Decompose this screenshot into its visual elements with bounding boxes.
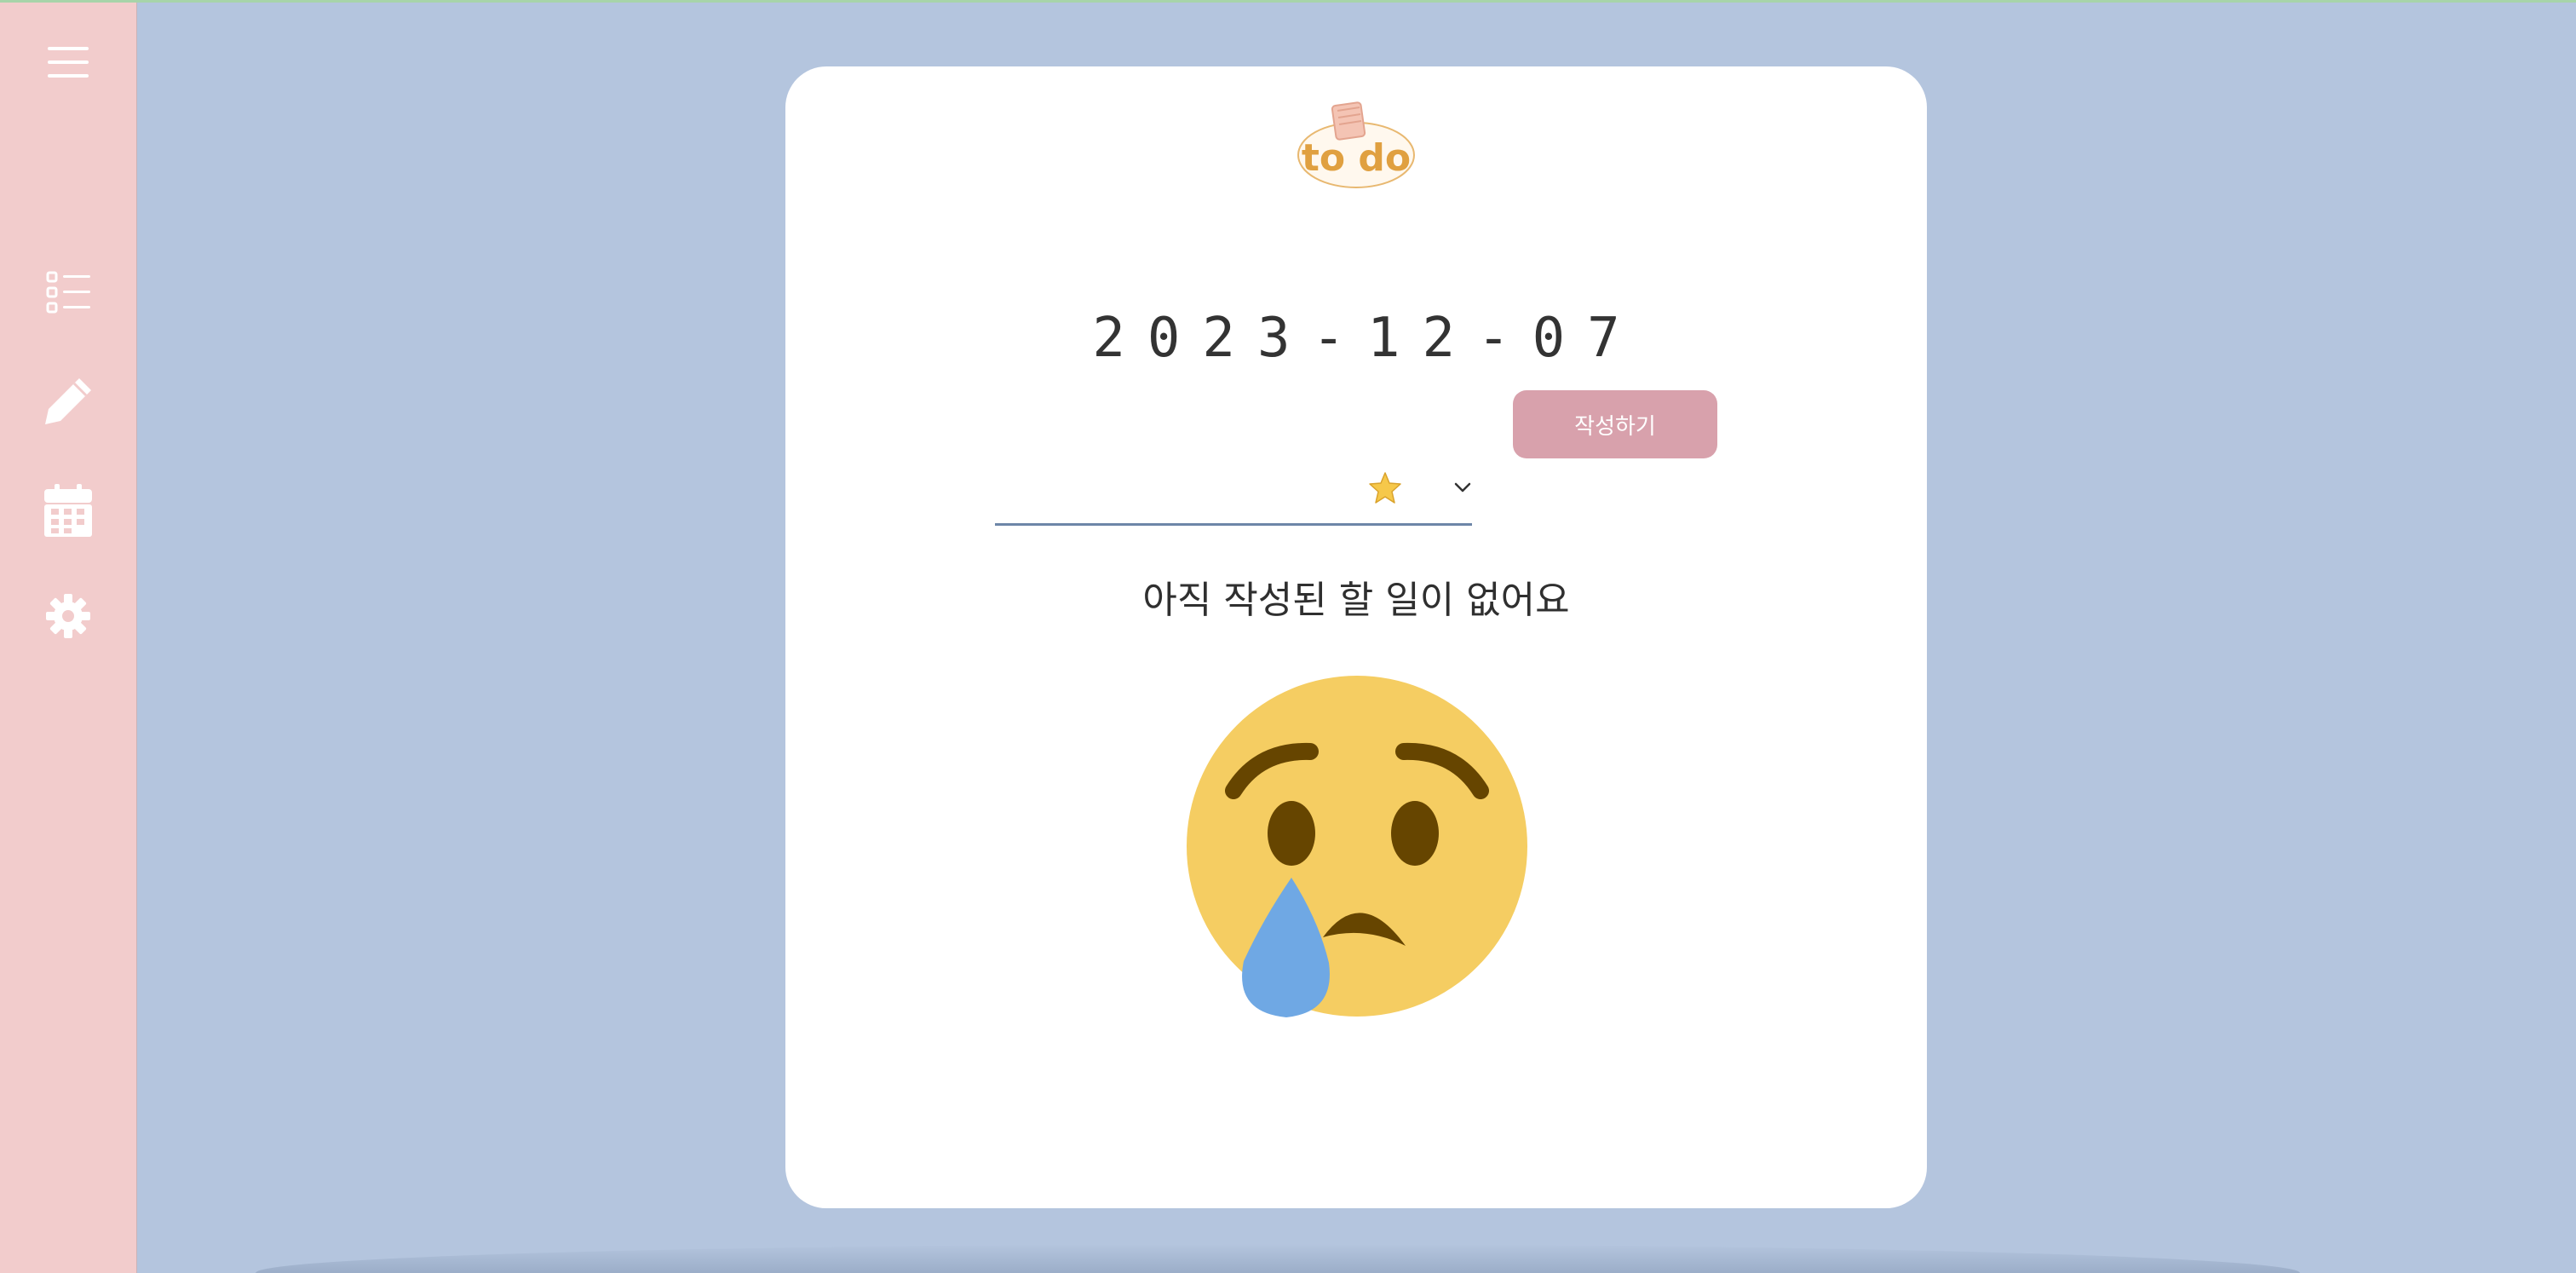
todo-input[interactable]: [995, 464, 1339, 513]
sidebar-item-calendar[interactable]: [34, 476, 102, 544]
todo-input-group: [995, 446, 1472, 526]
window-top-border: [0, 0, 2576, 3]
todo-card: to do 2023-12-07 작성하기 아직 작성된 할 일이 없어요: [785, 66, 1927, 1208]
current-date: 2023-12-07: [1092, 307, 1642, 370]
menu-button[interactable]: [34, 28, 102, 96]
sidebar-item-list[interactable]: [34, 258, 102, 326]
star-icon: [1369, 472, 1401, 504]
list-icon: [46, 271, 90, 314]
empty-state-message: 아직 작성된 할 일이 없어요: [1142, 579, 1570, 622]
sidebar-item-write[interactable]: [34, 367, 102, 435]
submit-button[interactable]: 작성하기: [1513, 390, 1717, 458]
crying-face-icon: [1187, 676, 1527, 1017]
chevron-down-icon: [1454, 482, 1471, 492]
todo-logo: to do: [1297, 101, 1415, 188]
menu-icon: [48, 47, 89, 78]
sidebar-item-settings[interactable]: [34, 582, 102, 650]
bottom-shadow: [256, 1244, 2300, 1273]
sidebar: [0, 3, 137, 1273]
pencil-icon: [45, 378, 91, 424]
gear-icon: [46, 594, 90, 638]
priority-select[interactable]: [1353, 467, 1472, 510]
logo-text: to do: [1302, 136, 1411, 180]
calendar-icon: [44, 484, 92, 537]
